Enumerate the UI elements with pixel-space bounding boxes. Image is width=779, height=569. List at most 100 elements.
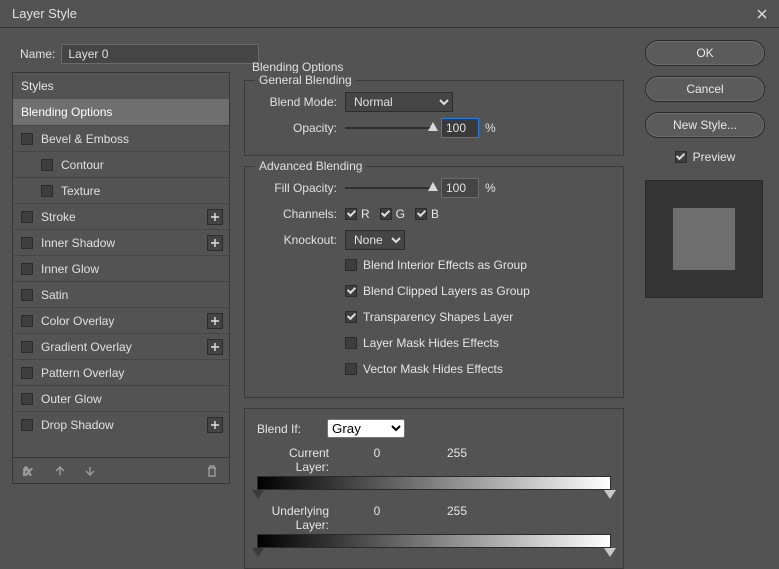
- checkbox-icon[interactable]: [21, 289, 33, 301]
- name-row: Name:: [20, 44, 259, 64]
- styles-item-texture[interactable]: Texture: [13, 177, 229, 203]
- opt-vector-mask-label: Vector Mask Hides Effects: [363, 362, 503, 376]
- styles-item-blending-options[interactable]: Blending Options: [13, 99, 229, 125]
- channel-b-checkbox[interactable]: [415, 208, 427, 220]
- opt-clipped-checkbox[interactable]: [345, 285, 357, 297]
- advanced-blending-group: Advanced Blending Fill Opacity: % Channe…: [244, 166, 624, 398]
- underlying-layer-ramp[interactable]: [257, 534, 611, 548]
- opt-interior-label: Blend Interior Effects as Group: [363, 258, 527, 272]
- current-layer-ramp[interactable]: [257, 476, 611, 490]
- styles-item-bevel-emboss[interactable]: Bevel & Emboss: [13, 125, 229, 151]
- arrow-down-icon[interactable]: [81, 462, 99, 480]
- styles-item-contour[interactable]: Contour: [13, 151, 229, 177]
- svg-text:fx: fx: [23, 466, 32, 478]
- preview-checkbox[interactable]: [675, 151, 687, 163]
- opt-layer-mask-label: Layer Mask Hides Effects: [363, 336, 499, 350]
- right-column: OK Cancel New Style... Preview: [645, 40, 765, 298]
- checkbox-icon[interactable]: [21, 263, 33, 275]
- plus-icon[interactable]: [207, 417, 223, 433]
- underlying-layer-label: Underlying Layer:: [257, 504, 357, 532]
- plus-icon[interactable]: [207, 235, 223, 251]
- cancel-button[interactable]: Cancel: [645, 76, 765, 102]
- channel-b-label: B: [431, 207, 439, 221]
- opt-vector-mask-checkbox[interactable]: [345, 363, 357, 375]
- plus-icon[interactable]: [207, 209, 223, 225]
- current-layer-label: Current Layer:: [257, 446, 357, 474]
- styles-item-inner-glow[interactable]: Inner Glow: [13, 255, 229, 281]
- channel-g-label: G: [396, 207, 405, 221]
- checkbox-icon[interactable]: [21, 237, 33, 249]
- current-layer-low: 0: [357, 446, 397, 474]
- styles-item-stroke[interactable]: Stroke: [13, 203, 229, 229]
- styles-item-pattern-overlay[interactable]: Pattern Overlay: [13, 359, 229, 385]
- slider-handle-icon[interactable]: [604, 490, 616, 499]
- opacity-percent: %: [485, 121, 496, 135]
- fill-opacity-slider[interactable]: [345, 187, 435, 189]
- arrow-up-icon[interactable]: [51, 462, 69, 480]
- opacity-slider[interactable]: [345, 127, 435, 129]
- fill-opacity-percent: %: [485, 181, 496, 195]
- general-legend: General Blending: [255, 73, 356, 87]
- underlying-layer-high: 255: [437, 504, 477, 532]
- styles-item-drop-shadow[interactable]: Drop Shadow: [13, 411, 229, 437]
- slider-handle-icon[interactable]: [252, 490, 264, 499]
- ok-button[interactable]: OK: [645, 40, 765, 66]
- opacity-label: Opacity:: [257, 121, 345, 135]
- checkbox-icon[interactable]: [21, 211, 33, 223]
- styles-item-outer-glow[interactable]: Outer Glow: [13, 385, 229, 411]
- slider-handle-icon[interactable]: [604, 548, 616, 557]
- general-blending-group: General Blending Blend Mode: Normal Opac…: [244, 80, 624, 156]
- styles-toolbar: fx: [13, 457, 229, 483]
- blend-if-label: Blend If:: [257, 422, 317, 436]
- current-layer-high: 255: [437, 446, 477, 474]
- channels-label: Channels:: [257, 207, 345, 221]
- fill-opacity-input[interactable]: [441, 178, 479, 198]
- checkbox-icon[interactable]: [21, 341, 33, 353]
- underlying-layer-low: 0: [357, 504, 397, 532]
- blend-if-group: Blend If: Gray Current Layer: 0 255 Unde…: [244, 408, 624, 569]
- checkbox-icon[interactable]: [21, 419, 33, 431]
- styles-header[interactable]: Styles: [13, 73, 229, 99]
- name-label: Name:: [20, 47, 55, 61]
- window-title: Layer Style: [12, 6, 753, 21]
- opt-interior-checkbox[interactable]: [345, 259, 357, 271]
- knockout-label: Knockout:: [257, 233, 345, 247]
- center-panel: Blending Options General Blending Blend …: [244, 60, 624, 488]
- opt-clipped-label: Blend Clipped Layers as Group: [363, 284, 530, 298]
- channel-r-label: R: [361, 207, 370, 221]
- checkbox-icon[interactable]: [21, 133, 33, 145]
- channel-g-checkbox[interactable]: [380, 208, 392, 220]
- fill-opacity-label: Fill Opacity:: [257, 181, 345, 195]
- plus-icon[interactable]: [207, 313, 223, 329]
- checkbox-icon[interactable]: [21, 393, 33, 405]
- checkbox-icon[interactable]: [21, 315, 33, 327]
- opacity-input[interactable]: [441, 118, 479, 138]
- channel-r-checkbox[interactable]: [345, 208, 357, 220]
- close-icon[interactable]: [753, 5, 771, 23]
- plus-icon[interactable]: [207, 339, 223, 355]
- styles-item-gradient-overlay[interactable]: Gradient Overlay: [13, 333, 229, 359]
- titlebar: Layer Style: [0, 0, 779, 28]
- slider-handle-icon[interactable]: [252, 548, 264, 557]
- fx-icon[interactable]: fx: [21, 462, 39, 480]
- preview-swatch: [645, 180, 763, 298]
- checkbox-icon[interactable]: [41, 185, 53, 197]
- styles-item-inner-shadow[interactable]: Inner Shadow: [13, 229, 229, 255]
- trash-icon[interactable]: [203, 462, 221, 480]
- name-input[interactable]: [61, 44, 259, 64]
- blend-mode-select[interactable]: Normal: [345, 92, 453, 112]
- blend-if-select[interactable]: Gray: [327, 419, 405, 438]
- knockout-select[interactable]: None: [345, 230, 405, 250]
- blend-mode-label: Blend Mode:: [257, 95, 345, 109]
- new-style-button[interactable]: New Style...: [645, 112, 765, 138]
- opt-layer-mask-checkbox[interactable]: [345, 337, 357, 349]
- preview-label: Preview: [693, 150, 736, 164]
- styles-panel: Styles Blending Options Bevel & Emboss C…: [12, 72, 230, 484]
- checkbox-icon[interactable]: [41, 159, 53, 171]
- opt-trans-checkbox[interactable]: [345, 311, 357, 323]
- section-title: Blending Options: [244, 60, 624, 74]
- underlying-layer-range: Underlying Layer: 0 255: [257, 504, 611, 548]
- styles-item-satin[interactable]: Satin: [13, 281, 229, 307]
- styles-item-color-overlay[interactable]: Color Overlay: [13, 307, 229, 333]
- checkbox-icon[interactable]: [21, 367, 33, 379]
